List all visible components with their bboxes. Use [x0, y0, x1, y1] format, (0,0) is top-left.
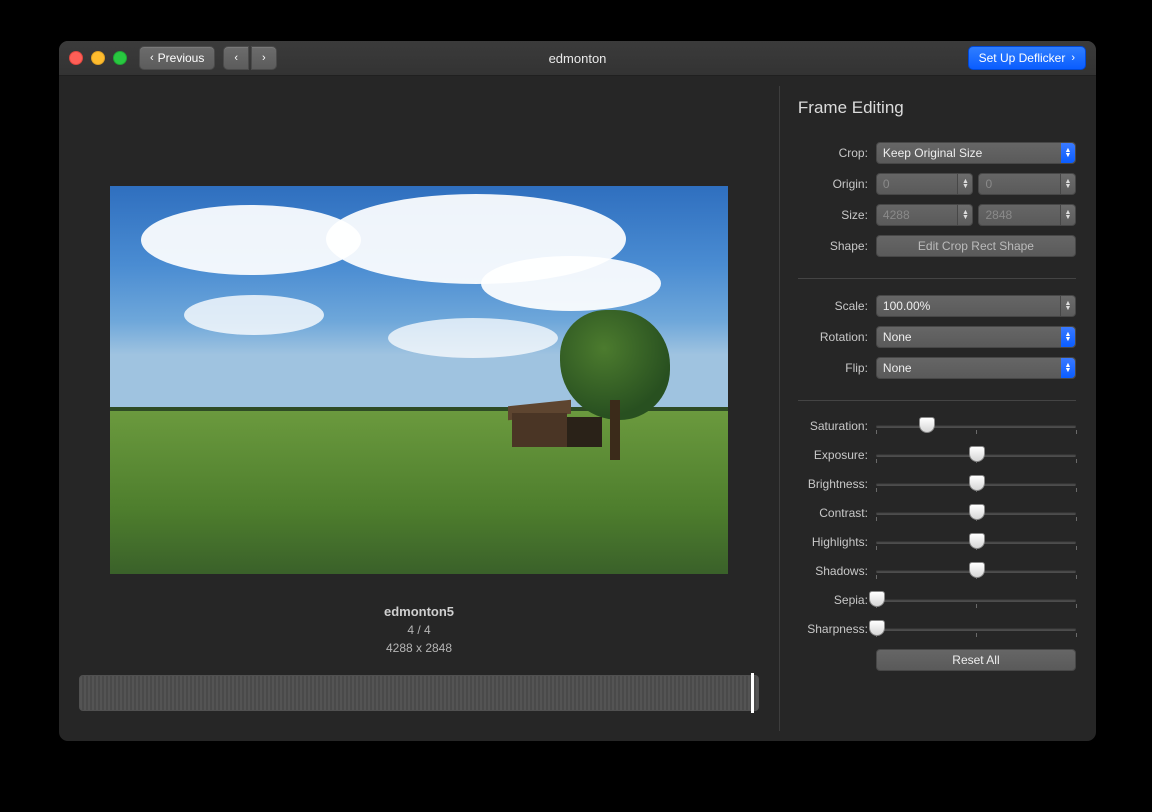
flip-value: None	[883, 361, 912, 375]
origin-x-stepper[interactable]: ▲▼	[958, 173, 973, 195]
setup-deflicker-label: Set Up Deflicker	[979, 51, 1066, 65]
highlights-label: Highlights:	[798, 535, 868, 549]
exposure-slider[interactable]	[876, 446, 1076, 464]
frame-editing-panel: Frame Editing Crop: Keep Original Size ▲…	[780, 76, 1096, 741]
origin-y-stepper[interactable]: ▲▼	[1061, 173, 1076, 195]
size-label: Size:	[798, 208, 868, 222]
sharpness-label: Sharpness:	[798, 622, 868, 636]
reset-all-label: Reset All	[952, 653, 999, 667]
sharpness-row: Sharpness:	[798, 620, 1076, 638]
titlebar: ‹ Previous ‹ › edmonton Set Up Deflicker…	[59, 41, 1096, 76]
chevron-left-icon: ‹	[150, 52, 154, 64]
scale-stepper[interactable]: ▲▼	[1061, 295, 1076, 317]
crop-mode-value: Keep Original Size	[883, 146, 982, 160]
previous-button-label: Previous	[158, 51, 205, 65]
origin-y-field[interactable]: 0	[978, 173, 1061, 195]
brightness-slider[interactable]	[876, 475, 1076, 493]
origin-x-field[interactable]: 0	[876, 173, 959, 195]
crop-label: Crop:	[798, 146, 868, 160]
shadows-row: Shadows:	[798, 562, 1076, 580]
previous-button[interactable]: ‹ Previous	[139, 46, 215, 70]
contrast-row: Contrast:	[798, 504, 1076, 522]
minimize-window-button[interactable]	[91, 51, 105, 65]
contrast-slider[interactable]	[876, 504, 1076, 522]
sepia-slider[interactable]	[876, 591, 1076, 609]
saturation-row: Saturation:	[798, 417, 1076, 435]
reset-all-button[interactable]: Reset All	[876, 649, 1076, 671]
scale-field[interactable]: 100.00%	[876, 295, 1061, 317]
size-h-field[interactable]: 2848	[978, 204, 1061, 226]
shadows-slider[interactable]	[876, 562, 1076, 580]
rotation-value: None	[883, 330, 912, 344]
rotation-popup[interactable]: None ▲▼	[876, 326, 1076, 348]
shadows-label: Shadows:	[798, 564, 868, 578]
size-w-stepper[interactable]: ▲▼	[958, 204, 973, 226]
sharpness-slider[interactable]	[876, 620, 1076, 638]
crop-section: Crop: Keep Original Size ▲▼ Origin: 0 ▲▼	[798, 142, 1076, 278]
playhead-handle[interactable]	[751, 673, 754, 713]
sepia-label: Sepia:	[798, 593, 868, 607]
saturation-slider[interactable]	[876, 417, 1076, 435]
transform-section: Scale: 100.00% ▲▼ Rotation: None ▲▼ Flip…	[798, 278, 1076, 400]
contrast-label: Contrast:	[798, 506, 868, 520]
exposure-label: Exposure:	[798, 448, 868, 462]
preview-area: edmonton5 4 / 4 4288 x 2848	[59, 76, 779, 741]
timeline-scrubber[interactable]	[79, 675, 759, 711]
chevron-right-icon: ›	[262, 52, 266, 64]
flip-popup[interactable]: None ▲▼	[876, 357, 1076, 379]
frame-dimensions: 4288 x 2848	[384, 641, 454, 655]
window-controls	[69, 51, 127, 65]
setup-deflicker-button[interactable]: Set Up Deflicker ›	[968, 46, 1086, 70]
frame-filename: edmonton5	[384, 604, 454, 619]
rotation-label: Rotation:	[798, 330, 868, 344]
brightness-row: Brightness:	[798, 475, 1076, 493]
updown-icon: ▲▼	[1061, 327, 1075, 347]
size-h-stepper[interactable]: ▲▼	[1061, 204, 1076, 226]
crop-mode-popup[interactable]: Keep Original Size ▲▼	[876, 142, 1076, 164]
flip-label: Flip:	[798, 361, 868, 375]
chevron-right-icon: ›	[1071, 52, 1075, 64]
prev-next-segmented: ‹ ›	[223, 46, 276, 70]
size-w-field[interactable]: 4288	[876, 204, 959, 226]
frame-metadata: edmonton5 4 / 4 4288 x 2848	[384, 604, 454, 655]
close-window-button[interactable]	[69, 51, 83, 65]
saturation-label: Saturation:	[798, 419, 868, 433]
origin-label: Origin:	[798, 177, 868, 191]
scale-label: Scale:	[798, 299, 868, 313]
edit-crop-shape-button[interactable]: Edit Crop Rect Shape	[876, 235, 1076, 257]
brightness-label: Brightness:	[798, 477, 868, 491]
go-back-button[interactable]: ‹	[223, 46, 249, 70]
chevron-left-icon: ‹	[234, 52, 238, 64]
panel-heading: Frame Editing	[798, 98, 1076, 118]
app-window: ‹ Previous ‹ › edmonton Set Up Deflicker…	[58, 40, 1097, 742]
edit-crop-shape-label: Edit Crop Rect Shape	[918, 239, 1034, 253]
sepia-row: Sepia:	[798, 591, 1076, 609]
zoom-window-button[interactable]	[113, 51, 127, 65]
window-body: edmonton5 4 / 4 4288 x 2848 Frame Editin…	[59, 76, 1096, 741]
highlights-slider[interactable]	[876, 533, 1076, 551]
exposure-row: Exposure:	[798, 446, 1076, 464]
updown-icon: ▲▼	[1061, 358, 1075, 378]
frame-preview-image[interactable]	[110, 186, 728, 574]
frame-index: 4 / 4	[384, 623, 454, 637]
go-forward-button[interactable]: ›	[251, 46, 277, 70]
updown-icon: ▲▼	[1061, 143, 1075, 163]
shape-label: Shape:	[798, 239, 868, 253]
adjust-section: Saturation: Exposure: Brightness: Contra…	[798, 400, 1076, 683]
highlights-row: Highlights:	[798, 533, 1076, 551]
